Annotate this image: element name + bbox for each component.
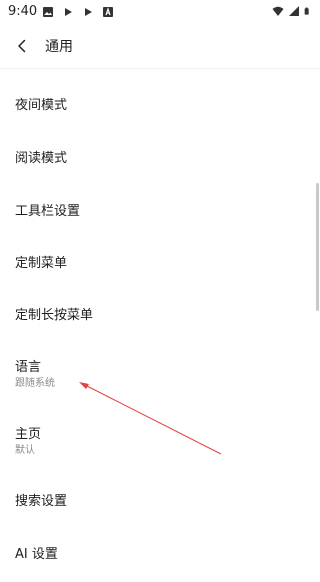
chevron-left-icon [18,39,26,53]
status-notification-icons [42,6,114,18]
a-box-icon [103,7,113,17]
app-bar: 通用 [0,24,320,69]
battery-icon [304,7,309,15]
setting-long-press-menu[interactable]: 定制长按菜单 [0,284,320,336]
status-time: 9:40 [8,4,38,19]
setting-toolbar[interactable]: 工具栏设置 [0,180,320,232]
setting-night-mode[interactable]: 夜间模式 [0,76,320,128]
setting-label: 语言 [15,360,42,375]
setting-custom-menu[interactable]: 定制菜单 [0,232,320,284]
setting-label: 主页 [15,427,42,442]
page-title: 通用 [45,39,73,55]
setting-label: 夜间模式 [15,98,68,113]
setting-label: 搜索设置 [15,494,68,509]
status-bar: 9:40 [0,0,320,24]
setting-value: 跟随系统 [15,378,55,389]
setting-label: 定制长按菜单 [15,308,94,323]
play-icon [85,8,92,16]
back-button[interactable] [8,32,36,60]
setting-label: 工具栏设置 [15,204,81,219]
scrollbar[interactable] [316,183,319,311]
signal-icon [289,6,299,16]
setting-value: 默认 [15,445,35,456]
setting-reading-mode[interactable]: 阅读模式 [0,128,320,180]
setting-search[interactable]: 搜索设置 [0,478,320,530]
image-icon [43,7,53,17]
setting-label: 定制菜单 [15,256,68,271]
play-icon [65,8,72,16]
status-system-icons [272,5,312,17]
setting-ai[interactable]: AI 设置 [0,530,320,582]
setting-label: AI 设置 [15,547,58,562]
setting-language[interactable]: 语言 跟随系统 [0,346,320,410]
setting-label: 阅读模式 [15,151,68,166]
wifi-icon [272,6,284,16]
setting-homepage[interactable]: 主页 默认 [0,412,320,476]
